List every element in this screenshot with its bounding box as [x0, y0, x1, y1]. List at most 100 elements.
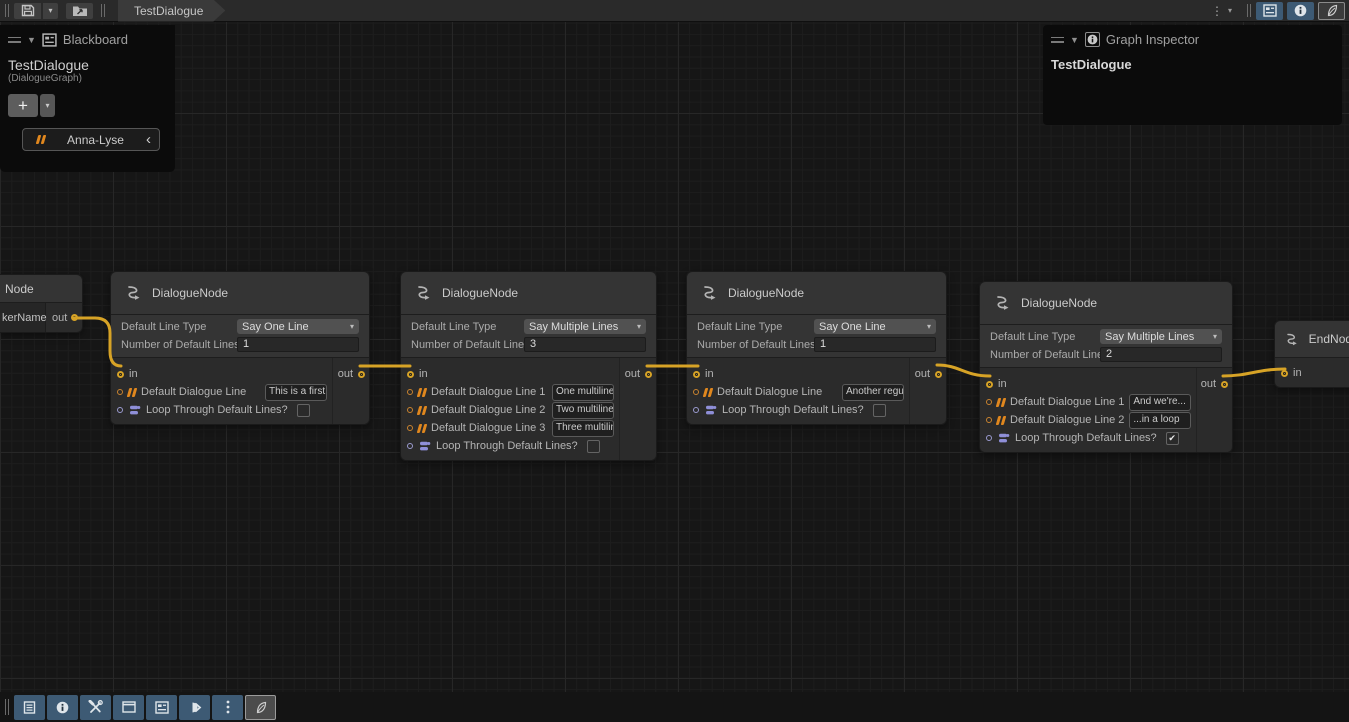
dialogue-line-port[interactable]	[407, 407, 413, 413]
line-count-input[interactable]: 1	[237, 337, 359, 352]
collapse-arrow-icon[interactable]: ▼	[1070, 35, 1079, 45]
blackboard-panel-button[interactable]	[146, 695, 177, 720]
loop-port[interactable]	[407, 443, 413, 449]
loop-port[interactable]	[117, 407, 123, 413]
node-title-bar[interactable]: EndNode	[1275, 321, 1349, 357]
panel-drag-handle-icon[interactable]	[1051, 37, 1064, 43]
input-port[interactable]	[117, 371, 124, 378]
output-port[interactable]	[358, 371, 365, 378]
in-port-label: in	[419, 368, 428, 380]
output-port[interactable]	[645, 371, 652, 378]
preview-button[interactable]	[179, 695, 210, 720]
blackboard-header[interactable]: ▼ Blackboard	[0, 25, 175, 51]
line-type-label: Default Line Type	[697, 321, 814, 333]
input-port[interactable]	[407, 371, 414, 378]
open-asset-button[interactable]	[66, 3, 93, 19]
tools-button[interactable]	[80, 695, 111, 720]
info-panel-button[interactable]	[47, 695, 78, 720]
inspector-selection: TestDialogue	[1043, 51, 1342, 78]
kebab-icon: ⋮	[1211, 4, 1223, 18]
out-port-label: out	[1201, 378, 1216, 390]
node-title-bar[interactable]: DialogueNode	[111, 272, 369, 314]
dialogue-line-port[interactable]	[693, 389, 699, 395]
chevron-left-icon[interactable]: ‹	[146, 132, 151, 147]
inspector-toggle-button[interactable]	[1287, 2, 1314, 20]
blackboard-icon	[1263, 4, 1277, 17]
add-property-button[interactable]: +	[8, 94, 38, 117]
loop-checkbox[interactable]: ✔	[1166, 432, 1179, 445]
line-type-dropdown[interactable]: Say Multiple Lines ▾	[1100, 329, 1222, 344]
line-count-input[interactable]: 3	[524, 337, 646, 352]
speaker-name-field[interactable]: kerName	[0, 303, 46, 332]
input-port[interactable]	[693, 371, 700, 378]
dialogue-line-port[interactable]	[986, 417, 992, 423]
node-title-bar[interactable]: DialogueNode	[401, 272, 656, 314]
window-button[interactable]	[113, 695, 144, 720]
toolbar-options-button[interactable]: ⋮ ▾	[1211, 4, 1232, 18]
dialogue-line-field[interactable]: Three multilin	[552, 420, 614, 437]
node-title[interactable]: Node	[0, 275, 82, 302]
dialogue-line-field[interactable]: ...in a loop	[1129, 412, 1191, 429]
quill-toggle-button[interactable]	[1318, 2, 1345, 20]
document-panel-button[interactable]	[14, 695, 45, 720]
dialogue-line-field[interactable]: And we're...	[1129, 394, 1191, 411]
line-count-input[interactable]: 1	[814, 337, 936, 352]
output-port[interactable]	[935, 371, 942, 378]
dialogue-line-field[interactable]: One multiline	[552, 384, 614, 401]
toolbar-separator	[101, 4, 105, 17]
dialogue-node-1[interactable]: DialogueNode Default Line Type Say One L…	[110, 271, 370, 425]
node-title: DialogueNode	[152, 286, 228, 300]
node-title: DialogueNode	[442, 286, 518, 300]
quill-panel-button[interactable]	[245, 695, 276, 720]
loop-icon	[128, 405, 141, 416]
inspector-header[interactable]: ▼ Graph Inspector	[1043, 25, 1342, 51]
in-port-label: in	[705, 368, 714, 380]
toolbar-drag-handle[interactable]	[5, 4, 9, 17]
loop-checkbox[interactable]	[587, 440, 600, 453]
node-title-bar[interactable]: DialogueNode	[687, 272, 946, 314]
add-property-dropdown[interactable]: ▾	[40, 94, 55, 117]
save-dropdown-button[interactable]: ▾	[43, 3, 58, 19]
dialogue-line-port[interactable]	[986, 399, 992, 405]
input-port[interactable]	[1281, 370, 1288, 377]
tools-icon	[88, 700, 103, 714]
out-port-label: out	[52, 312, 67, 324]
loop-port[interactable]	[986, 435, 992, 441]
top-toolbar: ▾ TestDialogue ⋮ ▾	[0, 0, 1349, 22]
panel-drag-handle-icon[interactable]	[8, 37, 21, 43]
dialogue-line-field[interactable]: This is a first	[265, 384, 327, 401]
start-node-partial[interactable]: Node kerName out	[0, 274, 83, 333]
dialogue-line-field[interactable]: Two multiline	[552, 402, 614, 419]
bottom-toolbar	[0, 692, 1349, 722]
loop-checkbox[interactable]	[873, 404, 886, 417]
dialogue-node-4[interactable]: DialogueNode Default Line Type Say Multi…	[979, 281, 1233, 453]
line-type-dropdown[interactable]: Say One Line ▾	[814, 319, 936, 334]
loop-port[interactable]	[693, 407, 699, 413]
save-icon	[21, 4, 35, 17]
collapse-arrow-icon[interactable]: ▼	[27, 35, 36, 45]
end-node-icon	[1283, 332, 1300, 347]
dialogue-line-field[interactable]: Another regu	[842, 384, 904, 401]
node-title-bar[interactable]: DialogueNode	[980, 282, 1232, 324]
line-type-dropdown[interactable]: Say Multiple Lines ▾	[524, 319, 646, 334]
dialogue-line-port[interactable]	[407, 389, 413, 395]
breadcrumb-tab[interactable]: TestDialogue	[118, 0, 225, 22]
dialogue-node-3[interactable]: DialogueNode Default Line Type Say One L…	[686, 271, 947, 425]
info-icon	[1294, 4, 1307, 17]
output-port[interactable]	[1221, 381, 1228, 388]
blackboard-toggle-button[interactable]	[1256, 2, 1283, 20]
toolbar-drag-handle[interactable]	[5, 699, 9, 715]
save-button[interactable]	[14, 3, 41, 19]
dialogue-line-port[interactable]	[407, 425, 413, 431]
line-type-dropdown[interactable]: Say One Line ▾	[237, 319, 359, 334]
line-count-input[interactable]: 2	[1100, 347, 1222, 362]
inspector-title: Graph Inspector	[1106, 32, 1199, 47]
loop-checkbox[interactable]	[297, 404, 310, 417]
dialogue-line-port[interactable]	[117, 389, 123, 395]
more-options-button[interactable]	[212, 695, 243, 720]
info-icon	[56, 701, 69, 714]
end-node[interactable]: EndNode in	[1274, 320, 1349, 388]
blackboard-property-anna-lyse[interactable]: Anna-Lyse ‹	[22, 128, 160, 151]
dialogue-node-2[interactable]: DialogueNode Default Line Type Say Multi…	[400, 271, 657, 461]
input-port[interactable]	[986, 381, 993, 388]
